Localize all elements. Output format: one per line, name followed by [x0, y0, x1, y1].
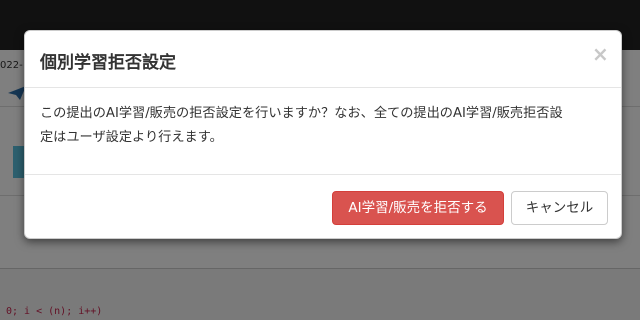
dialog-header: 個別学習拒否設定 ×: [25, 31, 621, 88]
opt-out-dialog: 個別学習拒否設定 × この提出のAI学習/販売の拒否設定を行いますか？なお、全て…: [24, 30, 622, 239]
dialog-body: この提出のAI学習/販売の拒否設定を行いますか？なお、全ての提出のAI学習/販売…: [40, 102, 608, 150]
reject-ai-learning-button[interactable]: AI学習/販売を拒否する: [332, 191, 504, 225]
dialog-title: 個別学習拒否設定: [40, 53, 176, 73]
dialog-message-line: 定はユーザ設定より行えます。: [40, 130, 223, 145]
dialog-footer: AI学習/販売を拒否する キャンセル: [25, 174, 621, 240]
cancel-button[interactable]: キャンセル: [511, 191, 608, 225]
close-icon[interactable]: ×: [592, 44, 609, 64]
dialog-message-line: この提出のAI学習/販売の拒否設定を行いますか？なお、全ての提出のAI学習/販売…: [40, 106, 563, 121]
